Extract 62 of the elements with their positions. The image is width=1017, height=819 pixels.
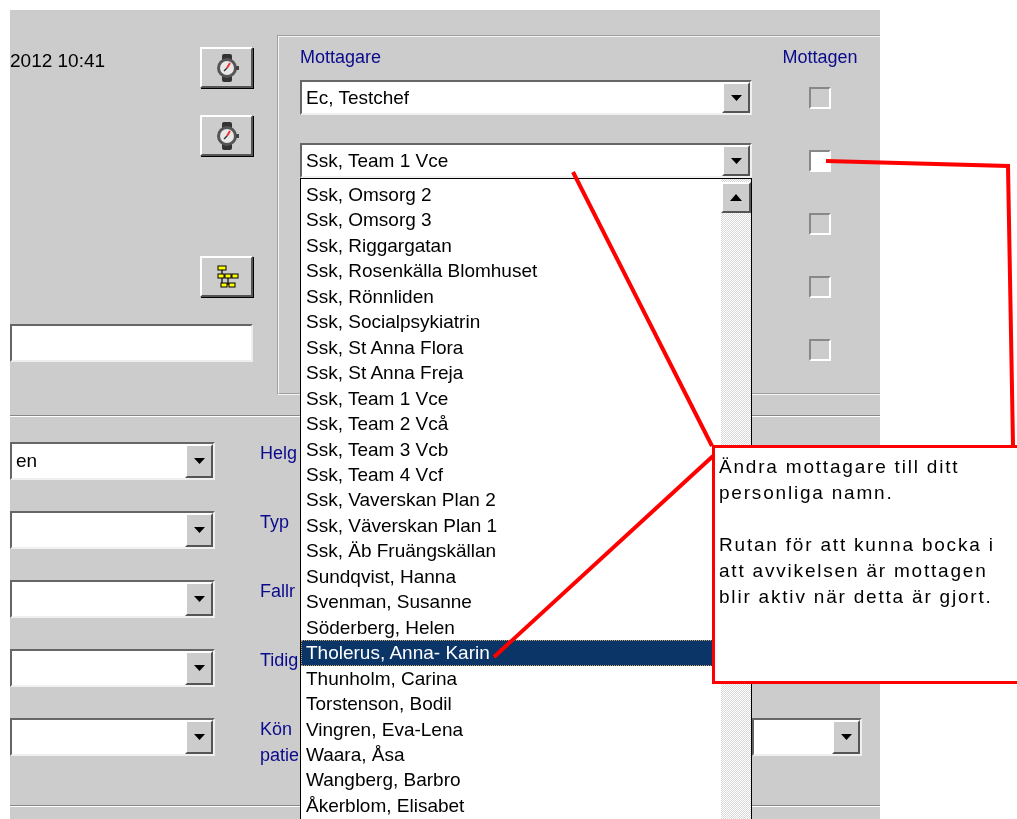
list-item[interactable]: Ssk, Riggargatan bbox=[301, 232, 721, 259]
time-button[interactable] bbox=[200, 47, 253, 88]
dropdown-arrow-button[interactable] bbox=[185, 651, 213, 685]
field-value: en bbox=[15, 450, 39, 472]
caret-down-icon bbox=[730, 94, 742, 101]
column-header: Mottagare bbox=[300, 46, 383, 68]
dropdown-arrow-button[interactable] bbox=[832, 720, 860, 754]
list-item[interactable]: Ssk, Omsorg 3 bbox=[301, 207, 721, 233]
list-item[interactable]: Ssk, Team 2 Vcå bbox=[301, 411, 721, 437]
field-label: Tidig bbox=[260, 649, 298, 672]
list-item[interactable]: Ssk, Rosenkälla Blomhuset bbox=[301, 258, 721, 284]
watch-icon bbox=[214, 121, 239, 150]
dropdown-arrow-button[interactable] bbox=[185, 582, 213, 616]
field-value: Ssk, Team 1 Vce bbox=[305, 149, 450, 172]
list-item[interactable]: Vingren, Eva-Lena bbox=[301, 716, 721, 742]
dropdown-field[interactable]: en bbox=[10, 442, 215, 480]
dropdown-arrow-button[interactable] bbox=[722, 145, 750, 176]
note-text: Ändra mottagare till ditt personliga namn. bbox=[719, 455, 961, 505]
list-item[interactable]: Ssk, St Anna Flora bbox=[301, 334, 721, 361]
list-item[interactable]: Ssk, Omsorg 2 bbox=[301, 182, 721, 208]
caret-down-icon bbox=[730, 157, 742, 164]
caret-down-icon bbox=[193, 458, 205, 464]
list-item[interactable]: Ssk, Socialpsykiatrin bbox=[301, 309, 721, 335]
caret-down-icon bbox=[193, 527, 205, 533]
note-text: Rutan för att kunna bocka i att avvikelsen är mottagen blir aktiv när detta är gjort. bbox=[719, 533, 996, 609]
field-label: Typ bbox=[260, 511, 290, 534]
dropdown-arrow-button[interactable] bbox=[185, 513, 213, 547]
caret-down-icon bbox=[193, 665, 205, 671]
dropdown-field[interactable]: Ssk, Team 1 Vce bbox=[300, 143, 752, 178]
dropdown-arrow-button[interactable] bbox=[185, 720, 213, 754]
caret-down-icon bbox=[840, 734, 852, 740]
list-item[interactable]: Waara, Åsa bbox=[301, 741, 721, 768]
text-field[interactable] bbox=[10, 324, 253, 362]
org-chart-icon bbox=[214, 264, 239, 289]
list-item[interactable]: Wangberg, Barbro bbox=[301, 767, 721, 793]
dropdown-field[interactable] bbox=[10, 580, 215, 618]
date-time: 2012 10:41 bbox=[10, 49, 106, 72]
organization-button[interactable] bbox=[200, 256, 253, 297]
field-value: Ec, Testchef bbox=[305, 86, 411, 109]
received-checkbox[interactable] bbox=[809, 149, 831, 172]
field-label: Kön patie bbox=[260, 718, 298, 767]
caret-up-icon bbox=[730, 194, 742, 201]
caret-down-icon bbox=[193, 734, 205, 740]
dropdown-field[interactable]: Ec, Testchef bbox=[300, 80, 752, 115]
caret-down-icon bbox=[193, 596, 205, 602]
dropdown-field[interactable] bbox=[10, 511, 215, 549]
list-item[interactable]: Ssk, St Anna Freja bbox=[301, 360, 721, 386]
list-item[interactable]: Torstenson, Bodil bbox=[301, 691, 721, 717]
list-item[interactable]: Ssk, Team 1 Vce bbox=[301, 385, 721, 412]
list-item[interactable]: Åkerblom, Elisabet bbox=[301, 792, 721, 819]
dropdown-arrow-button[interactable] bbox=[722, 82, 750, 113]
watch-icon bbox=[214, 53, 239, 82]
dropdown-field[interactable] bbox=[752, 718, 862, 756]
scroll-up-button[interactable] bbox=[721, 182, 751, 213]
time-button[interactable] bbox=[200, 115, 253, 156]
dropdown-arrow-button[interactable] bbox=[185, 444, 213, 478]
field-label: Fallr bbox=[260, 580, 296, 603]
list-item[interactable]: Ssk, Rönnliden bbox=[301, 283, 721, 310]
dropdown-field[interactable] bbox=[10, 649, 215, 687]
column-header: Mottagen bbox=[782, 46, 858, 68]
field-label: Helg bbox=[260, 442, 298, 465]
dropdown-field[interactable] bbox=[10, 718, 215, 756]
